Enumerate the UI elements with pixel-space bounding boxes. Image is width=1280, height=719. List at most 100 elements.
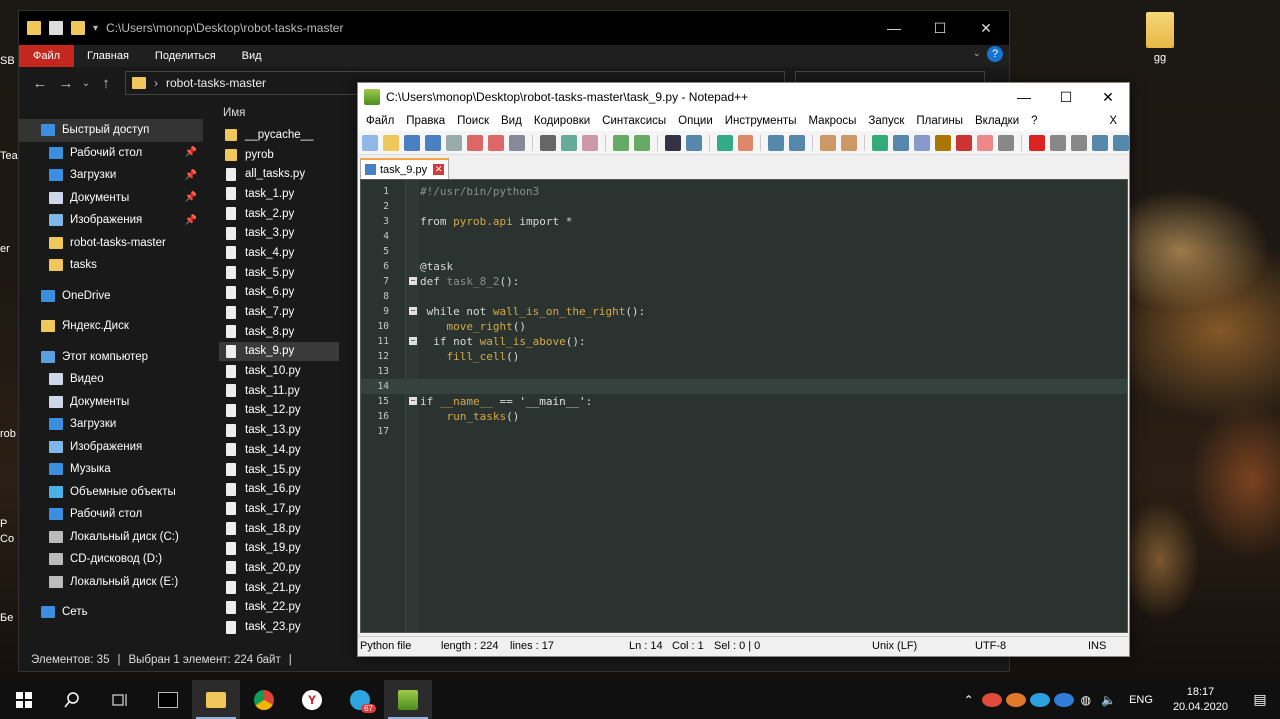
fold-toggle-icon[interactable]: − <box>409 397 417 405</box>
code-line[interactable]: 13 <box>361 364 1127 379</box>
toolbar-button-icon[interactable] <box>581 134 598 151</box>
toolbar-button-icon[interactable] <box>633 134 650 151</box>
toolbar-button-icon[interactable] <box>998 134 1015 151</box>
nav-item[interactable]: Изображения <box>19 436 203 459</box>
show-hidden-icons-icon[interactable]: ⌃ <box>964 693 974 707</box>
desktop-icon-label[interactable]: P <box>0 518 7 530</box>
toolbar-button-icon[interactable] <box>362 134 378 151</box>
encoding[interactable]: UTF-8 <box>975 640 1006 652</box>
file-list-item[interactable]: task_13.py <box>219 420 339 440</box>
toolbar-button-icon[interactable] <box>403 134 420 151</box>
tray-app-icon[interactable] <box>1005 692 1026 707</box>
toolbar-button-icon[interactable] <box>977 134 994 151</box>
file-list-item[interactable]: task_18.py <box>219 519 339 539</box>
toolbar-button-icon[interactable] <box>1092 134 1108 151</box>
code-line[interactable]: 11 − if not wall_is_above(): <box>361 334 1127 349</box>
taskbar-notepadpp[interactable] <box>384 680 432 719</box>
file-list-item[interactable]: task_16.py <box>219 479 339 499</box>
pin-icon[interactable]: 📌 <box>185 147 197 158</box>
desktop-icon-label[interactable]: SB <box>0 55 15 67</box>
toolbar-button-icon[interactable] <box>956 134 973 151</box>
tray-app-icon[interactable] <box>981 692 1002 707</box>
pin-icon[interactable]: 📌 <box>185 215 197 226</box>
code-line[interactable]: 4 <box>361 229 1127 244</box>
toolbar-button-icon[interactable] <box>560 134 577 151</box>
npp-menu-item[interactable]: Вид <box>495 115 528 127</box>
taskbar-terminal[interactable] <box>144 680 192 719</box>
back-arrow-icon[interactable]: ← <box>27 75 53 92</box>
eol-format[interactable]: Unix (LF) <box>872 640 917 652</box>
taskbar-explorer[interactable] <box>192 680 240 719</box>
file-list-item[interactable]: task_22.py <box>219 598 339 618</box>
file-list-item[interactable]: task_1.py <box>219 184 339 204</box>
new-folder-icon[interactable] <box>71 21 85 35</box>
npp-menu-item[interactable]: Правка <box>400 115 451 127</box>
ribbon-tab[interactable]: Файл <box>19 45 75 67</box>
toolbar-button-icon[interactable] <box>664 134 681 151</box>
npp-menu-item[interactable]: Поиск <box>451 115 495 127</box>
npp-menu-item[interactable]: Макросы <box>802 115 862 127</box>
code-line[interactable]: 12 fill_cell() <box>361 349 1127 364</box>
toolbar-button-icon[interactable] <box>841 134 858 151</box>
start-button[interactable] <box>0 680 48 719</box>
properties-icon[interactable] <box>49 21 63 35</box>
help-button[interactable]: ? <box>987 46 1003 62</box>
nav-item[interactable]: Изображения 📌 <box>19 209 203 232</box>
code-line[interactable]: 1 #!/usr/bin/python3 <box>361 184 1127 199</box>
npp-menu-item[interactable]: Кодировки <box>528 115 596 127</box>
file-list-item[interactable]: task_20.py <box>219 558 339 578</box>
maximize-button[interactable]: ☐ <box>917 11 963 45</box>
desktop-icon-label[interactable]: Tea <box>0 150 18 162</box>
nav-item[interactable]: Объемные объекты <box>19 481 203 504</box>
close-tab-icon[interactable]: ✕ <box>433 164 445 175</box>
nav-item[interactable]: Сеть <box>19 601 203 624</box>
file-list-item[interactable]: all_tasks.py <box>219 164 339 184</box>
code-line[interactable]: 6 @task <box>361 259 1127 274</box>
desktop-icon-label[interactable]: Бе <box>0 612 13 624</box>
nav-item[interactable]: Локальный диск (C:) <box>19 526 203 549</box>
npp-menu-item[interactable]: Запуск <box>862 115 910 127</box>
code-line[interactable]: 16 run_tasks() <box>361 409 1127 424</box>
notifications-icon[interactable]: ▤ <box>1240 691 1280 708</box>
file-list-item[interactable]: task_5.py <box>219 263 339 283</box>
file-list-item[interactable]: task_8.py <box>219 322 339 342</box>
minimize-button[interactable]: — <box>1003 83 1045 111</box>
nav-item[interactable]: Быстрый доступ <box>19 119 203 142</box>
code-line[interactable]: 17 <box>361 424 1127 439</box>
npp-menu-item[interactable]: Инструменты <box>719 115 803 127</box>
pin-icon[interactable]: 📌 <box>185 170 197 181</box>
fold-toggle-icon[interactable]: − <box>409 307 417 315</box>
toolbar-button-icon[interactable] <box>935 134 952 151</box>
ribbon-tab[interactable]: Главная <box>74 45 142 67</box>
desktop-icon-label[interactable]: Co <box>0 533 14 545</box>
fold-toggle-icon[interactable]: − <box>409 337 417 345</box>
toolbar-button-icon[interactable] <box>445 134 462 151</box>
ribbon-tab[interactable]: Поделиться <box>142 45 229 67</box>
taskbar-chrome[interactable] <box>240 680 288 719</box>
file-list-item[interactable]: task_10.py <box>219 361 339 381</box>
code-line[interactable]: 8 <box>361 289 1127 304</box>
ribbon-expand-icon[interactable]: ⌄ <box>973 48 981 59</box>
up-arrow-icon[interactable]: ↑ <box>93 75 119 92</box>
code-line[interactable]: 2 <box>361 199 1127 214</box>
maximize-button[interactable]: ☐ <box>1045 83 1087 111</box>
desktop-icon-label[interactable]: er <box>0 243 10 255</box>
file-list-item[interactable]: task_3.py <box>219 223 339 243</box>
file-list-item[interactable]: pyrob <box>219 145 339 165</box>
minimize-button[interactable]: — <box>871 11 917 45</box>
toolbar-button-icon[interactable] <box>914 134 931 151</box>
toolbar-button-icon[interactable] <box>1029 134 1046 151</box>
code-line[interactable]: 3 from pyrob.api import * <box>361 214 1127 229</box>
toolbar-button-icon[interactable] <box>1050 134 1067 151</box>
toolbar-button-icon[interactable] <box>382 134 399 151</box>
npp-menu-item[interactable]: Файл <box>360 115 400 127</box>
close-button[interactable]: ✕ <box>963 11 1009 45</box>
file-list-item[interactable]: task_9.py <box>219 341 339 362</box>
toolbar-button-icon[interactable] <box>424 134 441 151</box>
file-list-item[interactable]: task_19.py <box>219 538 339 558</box>
nav-item[interactable]: Локальный диск (E:) <box>19 571 203 594</box>
nav-item[interactable]: Музыка <box>19 458 203 481</box>
nav-item[interactable]: OneDrive <box>19 285 203 308</box>
close-document-button[interactable]: X <box>1103 115 1123 127</box>
file-list-item[interactable]: task_12.py <box>219 401 339 421</box>
